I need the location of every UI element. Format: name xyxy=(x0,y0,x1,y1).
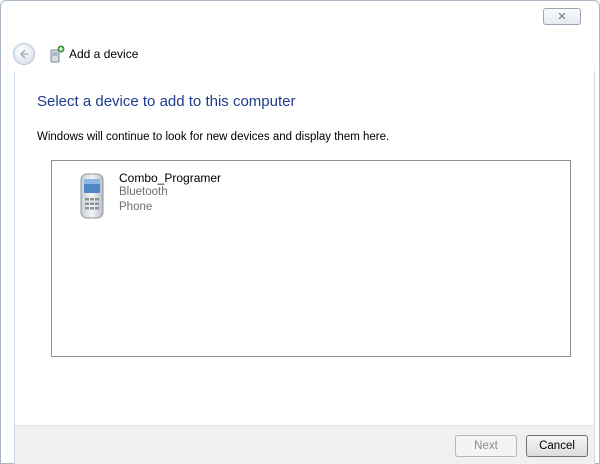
device-name: Combo_Programer xyxy=(119,171,222,185)
device-type: Phone xyxy=(119,201,153,213)
title-bar: ✕ xyxy=(1,1,599,27)
wizard-header: Add a device xyxy=(1,39,599,69)
device-item[interactable]: Combo_Programer Bluetooth Phone xyxy=(72,169,272,229)
add-device-icon xyxy=(50,45,65,63)
footer-bar: Next Cancel xyxy=(15,425,594,464)
close-icon: ✕ xyxy=(557,10,567,23)
close-button[interactable]: ✕ xyxy=(543,8,581,25)
cancel-button[interactable]: Cancel xyxy=(526,435,588,457)
next-button[interactable]: Next xyxy=(455,435,517,457)
page-heading: Select a device to add to this computer xyxy=(37,93,296,110)
device-list[interactable]: Combo_Programer Bluetooth Phone xyxy=(51,160,571,357)
device-connection: Bluetooth xyxy=(119,186,168,198)
back-arrow-icon xyxy=(19,49,28,59)
back-button[interactable] xyxy=(13,43,35,65)
page-description: Windows will continue to look for new de… xyxy=(37,131,390,143)
window-title: Add a device xyxy=(69,47,139,61)
add-device-window: ✕ Add a device Select a device to add to… xyxy=(0,0,600,464)
mobile-phone-icon xyxy=(80,173,104,219)
